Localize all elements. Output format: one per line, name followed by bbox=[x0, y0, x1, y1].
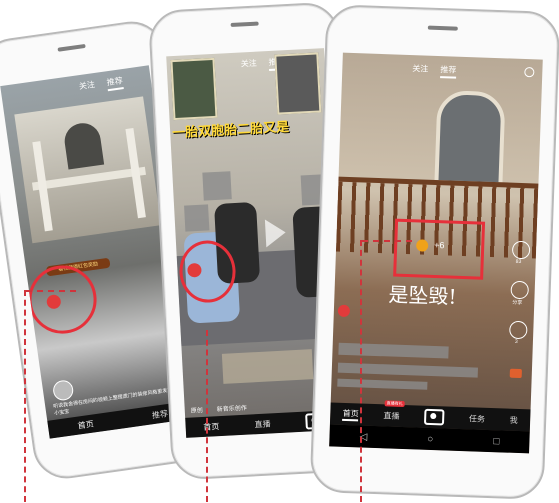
search-icon[interactable] bbox=[524, 67, 535, 78]
comment-count: 3 bbox=[514, 338, 518, 345]
callout-line bbox=[206, 330, 208, 502]
red-envelope-icon[interactable] bbox=[337, 304, 351, 318]
video-icon[interactable] bbox=[509, 368, 522, 379]
callout-line bbox=[360, 240, 362, 502]
building-image bbox=[14, 96, 162, 244]
window-image bbox=[434, 89, 506, 187]
caption-blur bbox=[337, 362, 478, 378]
wall-picture-left bbox=[170, 57, 218, 121]
live-badge: 直播有礼 bbox=[384, 400, 405, 408]
home-circle-icon[interactable]: ○ bbox=[427, 433, 433, 444]
tab-recommend[interactable]: 推荐 bbox=[440, 64, 457, 79]
music-text[interactable]: 新音乐创作 bbox=[217, 403, 247, 414]
speaker bbox=[57, 43, 86, 52]
nav-me[interactable]: 我 bbox=[510, 414, 518, 425]
nav-tasks[interactable]: 任务 bbox=[469, 413, 485, 425]
tab-follow[interactable]: 关注 bbox=[412, 63, 428, 78]
speaker bbox=[230, 21, 259, 27]
music-row: 原创 新音乐创作 bbox=[191, 403, 247, 415]
callout-line bbox=[362, 240, 412, 242]
avatar[interactable] bbox=[51, 379, 75, 402]
tab-recommend[interactable]: 推荐 bbox=[106, 75, 124, 92]
share-label: 分享 bbox=[512, 299, 523, 307]
music-label: 原创 bbox=[190, 407, 203, 415]
phone-right: 关注 推荐 +6 是坠毁! 83 分享 3 首页 直播 任务 我 直播有礼 ◁ … bbox=[309, 4, 559, 500]
top-tabs: 关注 推荐 bbox=[412, 63, 457, 79]
recents-icon[interactable]: □ bbox=[493, 436, 499, 447]
caption-blur bbox=[338, 342, 449, 359]
nav-recommend[interactable]: 推荐 bbox=[151, 408, 168, 421]
wall-picture-right bbox=[274, 52, 322, 115]
nav-home[interactable]: 首页 bbox=[342, 407, 359, 421]
highlight-circle bbox=[24, 261, 101, 338]
play-icon[interactable] bbox=[264, 218, 287, 248]
handwriting-text: 是坠毁! bbox=[388, 282, 457, 309]
child-face-blur bbox=[184, 204, 210, 232]
nav-home[interactable]: 首页 bbox=[77, 418, 94, 431]
callout-line bbox=[24, 290, 26, 502]
camera-icon[interactable] bbox=[423, 408, 445, 426]
share-icon[interactable] bbox=[510, 280, 530, 300]
nav-live[interactable]: 直播 bbox=[254, 418, 271, 430]
like-count: 83 bbox=[515, 258, 522, 266]
tab-follow[interactable]: 关注 bbox=[240, 58, 257, 73]
speaker bbox=[427, 25, 458, 31]
caption-blur bbox=[337, 378, 428, 390]
child-face-blur bbox=[202, 171, 232, 201]
tab-follow[interactable]: 关注 bbox=[78, 79, 96, 95]
callout-line bbox=[26, 290, 76, 292]
floor-blur bbox=[221, 349, 314, 384]
nav-live[interactable]: 直播 bbox=[383, 410, 399, 422]
comment-icon[interactable] bbox=[509, 320, 528, 340]
top-tabs: 关注 推荐 bbox=[78, 75, 124, 95]
reward-amount: +6 bbox=[434, 239, 445, 251]
